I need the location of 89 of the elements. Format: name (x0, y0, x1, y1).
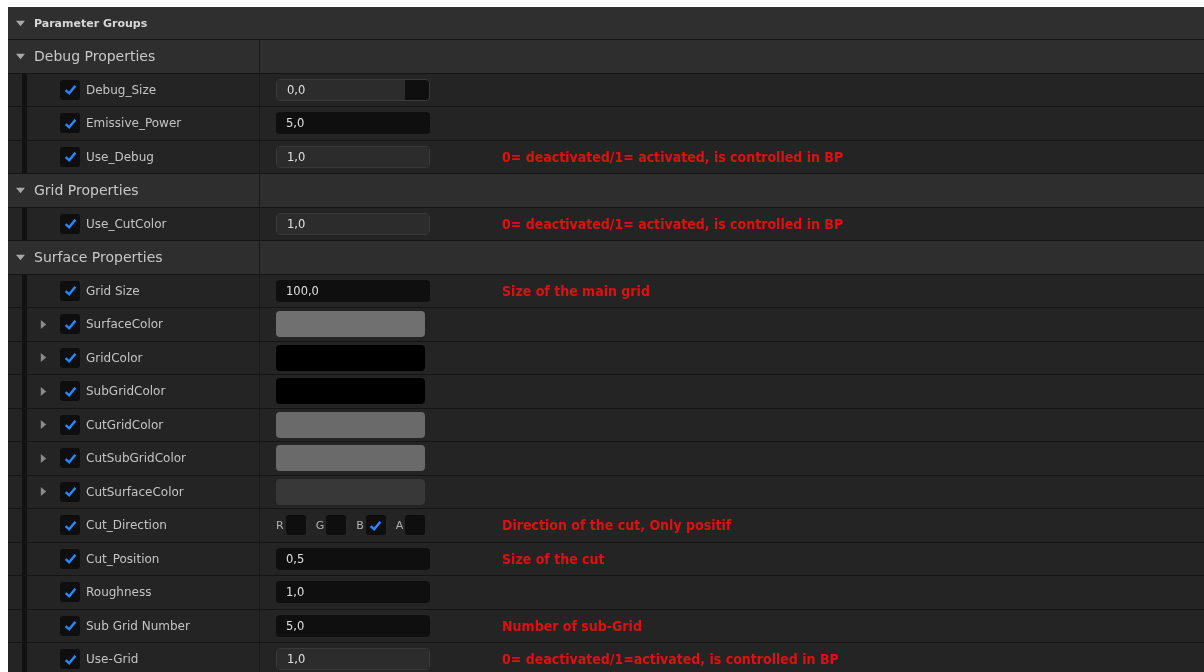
param-checkbox[interactable] (60, 448, 80, 469)
slider-field[interactable]: 1,0 (276, 212, 430, 235)
checkmark-icon (63, 552, 77, 566)
param-label: CutGridColor (86, 417, 164, 432)
param-label: SurfaceColor (86, 317, 164, 332)
param-checkbox[interactable] (60, 213, 80, 234)
number-field[interactable]: 5,0 (276, 112, 430, 135)
checkmark-icon (63, 652, 77, 666)
param-label: Use_CutColor (86, 216, 167, 231)
checkmark-icon (63, 83, 77, 97)
channel-checkbox[interactable] (365, 515, 386, 536)
channel-label: G (315, 518, 325, 532)
collapse-arrow-icon[interactable] (16, 185, 25, 195)
param-checkbox[interactable] (60, 314, 80, 335)
slider-field[interactable]: 0,0 (276, 78, 430, 101)
checkmark-icon (63, 451, 77, 465)
checkmark-icon (63, 217, 77, 231)
checkmark-icon (63, 418, 77, 432)
param-label: GridColor (86, 350, 143, 365)
param-label: CutSubGridColor (86, 451, 187, 466)
slider-field[interactable]: 1,0 (276, 145, 430, 168)
color-swatch[interactable] (276, 378, 425, 405)
param-checkbox[interactable] (60, 113, 80, 134)
param-label: Roughness (86, 585, 152, 600)
checkmark-icon (369, 518, 383, 532)
checkmark-icon (63, 317, 77, 331)
panel-title: Parameter Groups (34, 16, 148, 30)
channel-label: B (356, 518, 364, 532)
param-checkbox[interactable] (60, 515, 80, 536)
checkmark-icon (63, 585, 77, 599)
param-checkbox[interactable] (60, 79, 80, 100)
color-swatch[interactable] (276, 344, 425, 371)
annotation-text: 0= deactivated/1=activated, is controlled in BP (502, 651, 839, 668)
checkmark-icon (63, 351, 77, 365)
param-checkbox[interactable] (60, 280, 80, 301)
annotation-text: Size of the cut (502, 550, 605, 567)
annotation-text: Size of the main grid (502, 282, 650, 299)
number-field[interactable]: 5,0 (276, 614, 430, 637)
collapse-arrow-icon[interactable] (16, 51, 25, 61)
number-field[interactable]: 0,5 (276, 547, 430, 570)
channel-label: A (395, 518, 404, 532)
collapse-arrow-icon[interactable] (16, 252, 25, 262)
param-checkbox[interactable] (60, 548, 80, 569)
expand-arrow-icon[interactable] (39, 353, 48, 363)
param-checkbox[interactable] (60, 649, 80, 670)
expand-arrow-icon[interactable] (39, 487, 48, 497)
expand-arrow-icon[interactable] (39, 319, 48, 329)
slider-field[interactable]: 1,0 (276, 648, 430, 671)
color-swatch[interactable] (276, 311, 425, 338)
param-label: Sub Grid Number (86, 618, 190, 633)
param-checkbox[interactable] (60, 481, 80, 502)
param-checkbox[interactable] (60, 414, 80, 435)
group-title: Grid Properties (34, 182, 139, 199)
param-label: CutSurfaceColor (86, 484, 184, 499)
param-checkbox[interactable] (60, 146, 80, 167)
group-title: Surface Properties (34, 249, 163, 266)
expand-arrow-icon[interactable] (39, 453, 48, 463)
group-title: Debug Properties (34, 48, 156, 65)
annotation-text: 0= deactivated/1= activated, is controlled in BP (502, 148, 844, 165)
param-checkbox[interactable] (60, 381, 80, 402)
param-label: Use-Grid (86, 652, 139, 667)
param-label: Use_Debug (86, 149, 154, 164)
collapse-arrow-icon[interactable] (16, 18, 25, 28)
param-checkbox[interactable] (60, 347, 80, 368)
color-swatch[interactable] (276, 411, 425, 438)
checkmark-icon (63, 384, 77, 398)
annotation-text: Direction of the cut, Only positif (502, 517, 732, 534)
annotation-text: Number of sub-Grid (502, 617, 642, 634)
param-label: Emissive_Power (86, 116, 182, 131)
annotation-text: 0= deactivated/1= activated, is controlled in BP (502, 215, 844, 232)
checkmark-icon (63, 518, 77, 532)
param-label: Cut_Position (86, 551, 160, 566)
expand-arrow-icon[interactable] (39, 386, 48, 396)
checkmark-icon (63, 150, 77, 164)
param-label: Cut_Direction (86, 518, 167, 533)
param-checkbox[interactable] (60, 615, 80, 636)
number-field[interactable]: 1,0 (276, 581, 430, 604)
color-swatch[interactable] (276, 445, 425, 472)
channel-label: R (276, 518, 284, 532)
param-checkbox[interactable] (60, 582, 80, 603)
checkmark-icon (63, 116, 77, 130)
number-field[interactable]: 100,0 (276, 279, 430, 302)
expand-arrow-icon[interactable] (39, 420, 48, 430)
checkmark-icon (63, 284, 77, 298)
param-label: SubGridColor (86, 384, 166, 399)
checkmark-icon (63, 485, 77, 499)
checkmark-icon (63, 619, 77, 633)
param-label: Debug_Size (86, 82, 157, 97)
param-label: Grid Size (86, 283, 140, 298)
